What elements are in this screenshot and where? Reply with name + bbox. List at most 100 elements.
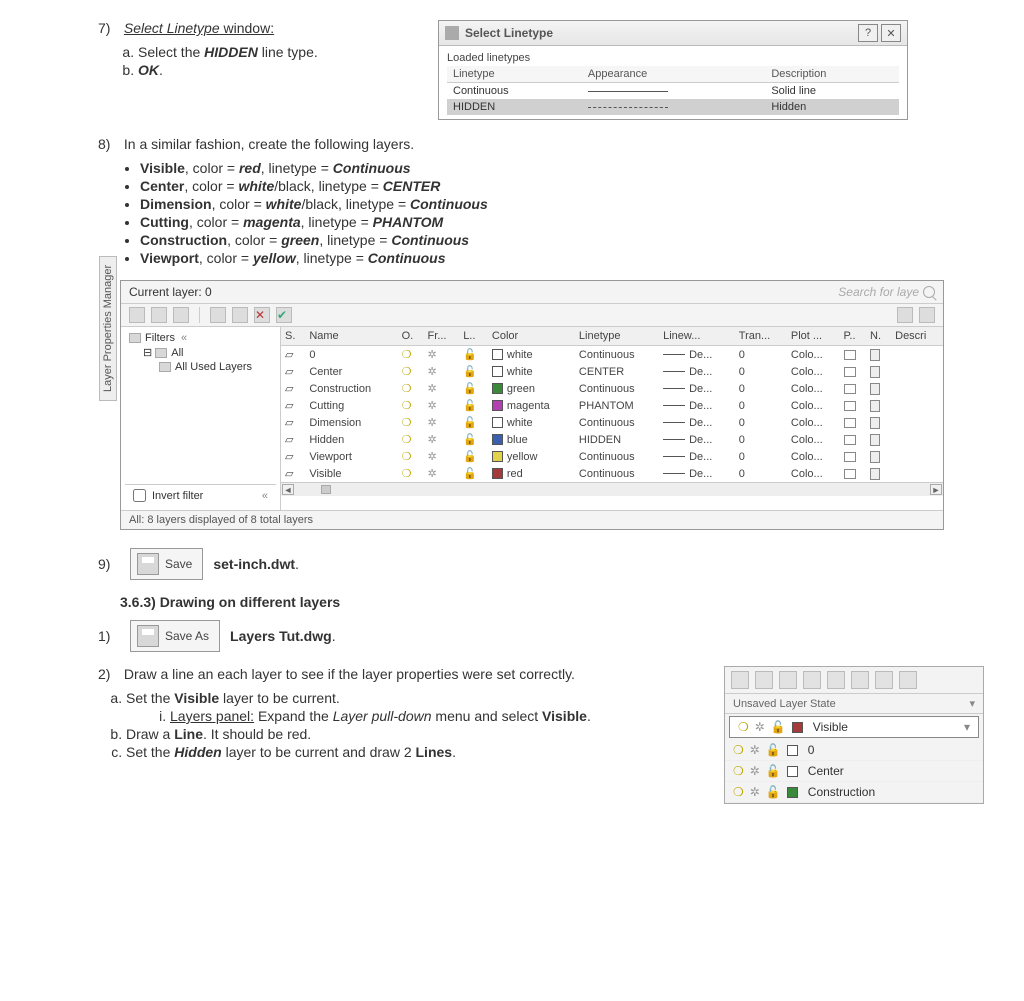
freeze-icon[interactable]: ✲: [750, 764, 760, 778]
layer-row[interactable]: ▱ Viewport ❍ ✲ 🔓 yellow Continuous De...…: [281, 448, 943, 465]
toolbar-icon[interactable]: [129, 307, 145, 323]
panel-side-tab[interactable]: Layer Properties Manager: [99, 256, 117, 401]
freeze-icon[interactable]: ✲: [750, 743, 760, 757]
toolbar-icon[interactable]: [803, 671, 821, 689]
plot-icon[interactable]: [844, 384, 856, 394]
layer-row[interactable]: ▱ Hidden ❍ ✲ 🔓 blue HIDDEN De... 0 Colo.…: [281, 431, 943, 448]
lock-icon[interactable]: 🔓: [463, 366, 477, 378]
delete-layer-icon[interactable]: ✕: [254, 307, 270, 323]
layer-row[interactable]: ▱ Cutting ❍ ✲ 🔓 magenta PHANTOM De... 0 …: [281, 397, 943, 414]
column-header[interactable]: Fr...: [424, 327, 460, 346]
freeze-icon[interactable]: ✲: [428, 366, 437, 378]
on-icon[interactable]: ❍: [733, 785, 744, 799]
layer-dropdown-item[interactable]: ❍ ✲ 🔓 0: [725, 740, 983, 761]
on-icon[interactable]: ❍: [402, 451, 412, 463]
column-header[interactable]: Plot ...: [787, 327, 840, 346]
plot-icon[interactable]: [844, 367, 856, 377]
color-swatch[interactable]: [492, 383, 503, 394]
newvp-icon[interactable]: [870, 349, 880, 361]
newvp-icon[interactable]: [870, 417, 880, 429]
lock-icon[interactable]: 🔓: [463, 349, 477, 361]
lock-icon[interactable]: 🔓: [766, 743, 781, 757]
freeze-icon[interactable]: ✲: [428, 468, 437, 480]
lock-icon[interactable]: 🔓: [463, 400, 477, 412]
newvp-icon[interactable]: [870, 451, 880, 463]
color-swatch[interactable]: [492, 434, 503, 445]
newvp-icon[interactable]: [870, 383, 880, 395]
toolbar-icon[interactable]: [827, 671, 845, 689]
toolbar-icon[interactable]: [851, 671, 869, 689]
color-swatch[interactable]: [492, 451, 503, 462]
lock-icon[interactable]: 🔓: [463, 451, 477, 463]
refresh-icon[interactable]: [897, 307, 913, 323]
horizontal-scrollbar[interactable]: ◄ ►: [281, 482, 943, 496]
column-header[interactable]: Name: [305, 327, 397, 346]
on-icon[interactable]: ❍: [733, 764, 744, 778]
dialog-titlebar[interactable]: Select Linetype ? ✕: [439, 21, 907, 46]
toolbar-icon[interactable]: [731, 671, 749, 689]
lock-icon[interactable]: 🔓: [463, 434, 477, 446]
color-swatch[interactable]: [492, 349, 503, 360]
invert-filter-checkbox[interactable]: [133, 489, 146, 502]
scroll-left-icon[interactable]: ◄: [282, 484, 294, 495]
layer-row[interactable]: ▱ Dimension ❍ ✲ 🔓 white Continuous De...…: [281, 414, 943, 431]
layer-row[interactable]: ▱ 0 ❍ ✲ 🔓 white Continuous De... 0 Colo.…: [281, 346, 943, 364]
on-icon[interactable]: ❍: [733, 743, 744, 757]
layer-dropdown-item[interactable]: ❍ ✲ 🔓 Construction: [725, 782, 983, 803]
col-description[interactable]: Description: [765, 66, 899, 83]
on-icon[interactable]: ❍: [402, 366, 412, 378]
search-icon[interactable]: [923, 286, 935, 298]
save-button[interactable]: Save: [130, 548, 203, 580]
lock-icon[interactable]: 🔓: [766, 764, 781, 778]
col-linetype[interactable]: Linetype: [447, 66, 582, 83]
plot-icon[interactable]: [844, 418, 856, 428]
freeze-icon[interactable]: ✲: [428, 349, 437, 361]
column-header[interactable]: L..: [459, 327, 488, 346]
column-header[interactable]: Tran...: [735, 327, 787, 346]
plot-icon[interactable]: [844, 401, 856, 411]
toolbar-icon[interactable]: [151, 307, 167, 323]
search-placeholder[interactable]: Search for laye: [838, 285, 919, 299]
toolbar-icon[interactable]: [875, 671, 893, 689]
freeze-icon[interactable]: ✲: [428, 400, 437, 412]
on-icon[interactable]: ❍: [402, 434, 412, 446]
column-header[interactable]: Color: [488, 327, 575, 346]
new-layer-icon[interactable]: [210, 307, 226, 323]
linetype-row[interactable]: HIDDENHidden: [447, 99, 899, 115]
plot-icon[interactable]: [844, 435, 856, 445]
plot-icon[interactable]: [844, 469, 856, 479]
column-header[interactable]: Descri: [891, 327, 943, 346]
toolbar-icon[interactable]: [173, 307, 189, 323]
color-swatch[interactable]: [492, 400, 503, 411]
set-current-icon[interactable]: ✔: [276, 307, 292, 323]
plot-icon[interactable]: [844, 350, 856, 360]
column-header[interactable]: Linew...: [659, 327, 735, 346]
layer-state-dropdown[interactable]: Unsaved Layer State ▾: [725, 694, 983, 714]
newvp-icon[interactable]: [870, 400, 880, 412]
layer-dropdown-item[interactable]: ❍ ✲ 🔓 Visible▾: [729, 716, 979, 738]
on-icon[interactable]: ❍: [402, 383, 412, 395]
toolbar-icon[interactable]: [779, 671, 797, 689]
layer-row[interactable]: ▱ Construction ❍ ✲ 🔓 green Continuous De…: [281, 380, 943, 397]
lock-icon[interactable]: 🔓: [463, 383, 477, 395]
col-appearance[interactable]: Appearance: [582, 66, 765, 83]
freeze-icon[interactable]: ✲: [428, 434, 437, 446]
on-icon[interactable]: ❍: [738, 720, 749, 734]
layer-dropdown-item[interactable]: ❍ ✲ 🔓 Center: [725, 761, 983, 782]
close-button[interactable]: ✕: [881, 24, 901, 42]
lock-icon[interactable]: 🔓: [771, 720, 786, 734]
scroll-right-icon[interactable]: ►: [930, 484, 942, 495]
layer-row[interactable]: ▱ Center ❍ ✲ 🔓 white CENTER De... 0 Colo…: [281, 363, 943, 380]
freeze-icon[interactable]: ✲: [428, 383, 437, 395]
plot-icon[interactable]: [844, 452, 856, 462]
scroll-thumb[interactable]: [321, 485, 331, 494]
toolbar-icon[interactable]: [899, 671, 917, 689]
settings-icon[interactable]: [919, 307, 935, 323]
lock-icon[interactable]: 🔓: [463, 468, 477, 480]
freeze-icon[interactable]: ✲: [428, 417, 437, 429]
filters-tree[interactable]: Filters« ⊟ All All Used Layers Invert fi…: [121, 327, 281, 510]
column-header[interactable]: N.: [866, 327, 891, 346]
newvp-icon[interactable]: [870, 434, 880, 446]
freeze-icon[interactable]: ✲: [750, 785, 760, 799]
help-button[interactable]: ?: [858, 24, 878, 42]
